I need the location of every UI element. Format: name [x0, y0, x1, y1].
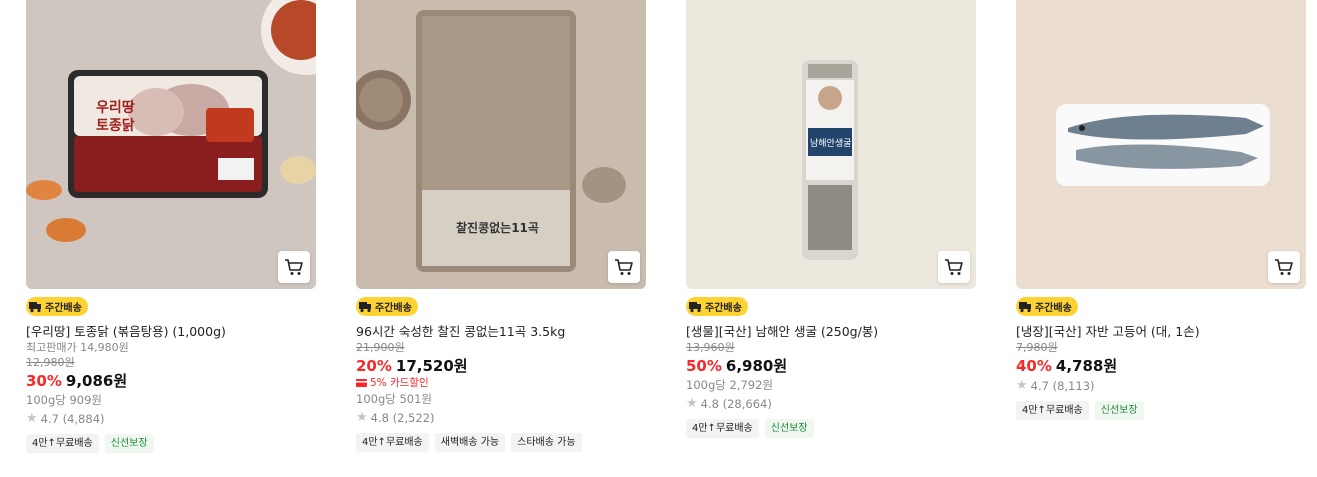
rating-value: 4.7 (4,884) — [40, 412, 105, 426]
product-title[interactable]: [냉장][국산] 자반 고등어 (대, 1손) — [1016, 324, 1308, 340]
product-card[interactable]: 찰진콩없는11곡 주간배송 96시간 숙성한 찰진 콩없는11곡 3.5kg 2… — [356, 0, 648, 452]
add-to-cart-button[interactable] — [278, 251, 310, 283]
sale-price: 9,086원 — [65, 372, 128, 390]
add-to-cart-button[interactable] — [1268, 251, 1300, 283]
product-image[interactable]: 우리땅 토종닭 — [26, 0, 316, 289]
cart-icon — [1275, 259, 1293, 275]
delivery-truck-icon — [359, 302, 371, 313]
product-image[interactable]: 찰진콩없는11곡 — [356, 0, 646, 289]
discount-rate: 50% — [686, 357, 722, 375]
tag-free-shipping: 4만↑무료배송 — [26, 434, 99, 453]
unit-price: 100g당 909원 — [26, 393, 103, 407]
tag-list: 4만↑무료배송 신선보장 — [1016, 401, 1308, 420]
card-discount: 5% 카드할인 — [356, 376, 648, 390]
rating: ★ 4.8 (28,664) — [686, 395, 978, 413]
product-card[interactable]: 남해안생굴 주간배송 [생물][국산] 남해안 생굴 (250g/봉) 13,9… — [686, 0, 978, 438]
cart-icon — [285, 259, 303, 275]
tag-list: 4만↑무료배송 새벽배송 가능 스타배송 가능 — [356, 433, 648, 452]
unit-price: 100g당 501원 — [356, 392, 433, 406]
original-price: 7,980원 — [1016, 341, 1058, 354]
star-icon: ★ — [356, 410, 368, 425]
svg-text:찰진콩없는11곡: 찰진콩없는11곡 — [456, 220, 539, 235]
product-card[interactable]: 주간배송 [냉장][국산] 자반 고등어 (대, 1손) 7,980원 40% 4… — [1016, 0, 1308, 420]
discount-rate: 40% — [1016, 357, 1052, 375]
product-title[interactable]: [생물][국산] 남해안 생굴 (250g/봉) — [686, 324, 978, 340]
star-icon: ★ — [686, 396, 698, 411]
product-image[interactable] — [1016, 0, 1306, 289]
badge-label: 주간배송 — [705, 303, 742, 314]
original-price: 13,960원 — [686, 341, 735, 354]
add-to-cart-button[interactable] — [608, 251, 640, 283]
svg-text:우리땅: 우리땅 — [96, 99, 135, 116]
best-price-label: 최고판매가 14,980원 — [26, 341, 129, 354]
rating-value: 4.8 (28,664) — [700, 397, 772, 411]
product-card[interactable]: 우리땅 토종닭 주간배송 [우리땅] 토종닭 (볶음탕용) (1,000g) 최… — [26, 0, 318, 453]
sale-price: 6,980원 — [725, 357, 788, 375]
tag-fresh-guarantee: 신선보장 — [104, 434, 154, 453]
price-row: 40% 4,788원 — [1016, 356, 1308, 376]
weekly-delivery-badge: 주간배송 — [686, 297, 748, 316]
tag-fresh-guarantee: 신선보장 — [1094, 401, 1144, 420]
tag-fresh-guarantee: 신선보장 — [764, 419, 814, 438]
weekly-delivery-badge: 주간배송 — [356, 297, 418, 316]
card-discount-label: 5% 카드할인 — [370, 377, 429, 389]
credit-card-icon — [356, 379, 367, 387]
price-row: 50% 6,980원 — [686, 356, 978, 376]
product-title[interactable]: 96시간 숙성한 찰진 콩없는11곡 3.5kg — [356, 324, 648, 340]
tag-free-shipping: 4만↑무료배송 — [356, 433, 429, 452]
sale-price: 4,788원 — [1055, 357, 1118, 375]
badge-label: 주간배송 — [375, 303, 412, 314]
tag-list: 4만↑무료배송 신선보장 — [686, 419, 978, 438]
badge-label: 주간배송 — [1035, 303, 1072, 314]
discount-rate: 20% — [356, 357, 392, 375]
badge-label: 주간배송 — [45, 303, 82, 314]
delivery-truck-icon — [1019, 302, 1031, 313]
price-row: 20% 17,520원 — [356, 356, 648, 376]
rating: ★ 4.7 (4,884) — [26, 410, 318, 428]
product-image[interactable]: 남해안생굴 — [686, 0, 976, 289]
original-price: 21,900원 — [356, 341, 405, 354]
delivery-truck-icon — [29, 302, 41, 313]
rating: ★ 4.8 (2,522) — [356, 409, 648, 427]
rating: ★ 4.7 (8,113) — [1016, 377, 1308, 395]
tag-star-delivery: 스타배송 가능 — [511, 433, 582, 452]
add-to-cart-button[interactable] — [938, 251, 970, 283]
weekly-delivery-badge: 주간배송 — [26, 297, 88, 316]
rating-value: 4.8 (2,522) — [370, 411, 435, 425]
cart-icon — [615, 259, 633, 275]
rating-value: 4.7 (8,113) — [1030, 379, 1095, 393]
svg-text:남해안생굴: 남해안생굴 — [810, 138, 851, 149]
discount-rate: 30% — [26, 372, 62, 390]
cart-icon — [945, 259, 963, 275]
product-title[interactable]: [우리땅] 토종닭 (볶음탕용) (1,000g) — [26, 324, 318, 340]
unit-price: 100g당 2,792원 — [686, 378, 773, 392]
tag-list: 4만↑무료배송 신선보장 — [26, 434, 318, 453]
tag-free-shipping: 4만↑무료배송 — [686, 419, 759, 438]
star-icon: ★ — [1016, 378, 1028, 393]
tag-dawn-delivery: 새벽배송 가능 — [434, 433, 506, 452]
tag-free-shipping: 4만↑무료배송 — [1016, 401, 1089, 420]
star-icon: ★ — [26, 411, 38, 426]
delivery-truck-icon — [689, 302, 701, 313]
price-row: 30% 9,086원 — [26, 371, 318, 391]
original-price: 12,980원 — [26, 356, 75, 369]
weekly-delivery-badge: 주간배송 — [1016, 297, 1078, 316]
sale-price: 17,520원 — [395, 357, 468, 375]
svg-text:토종닭: 토종닭 — [96, 117, 135, 134]
